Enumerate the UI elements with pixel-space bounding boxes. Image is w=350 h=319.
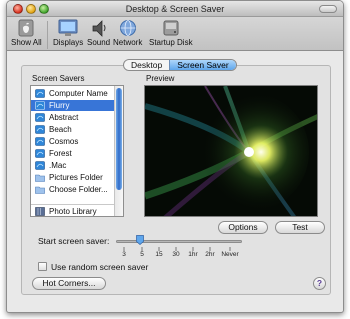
screen-saver-list[interactable]: Computer Name Flurry Abstract Beach Cosm… [30,85,124,217]
tab-screen-saver[interactable]: Screen Saver [169,60,236,70]
tab-desktop[interactable]: Desktop [124,60,169,70]
toolbar-label: Sound [87,38,111,47]
list-scrollbar[interactable] [114,86,123,216]
list-item-label: Flurry [49,101,70,110]
displays-icon [58,19,78,36]
toolbar-item-startup-disk[interactable]: Startup Disk [149,19,193,47]
screen-saver-panel: Screen Savers Preview Computer Name Flur… [21,65,331,295]
toolbar-label: Show All [11,38,42,47]
startup-disk-icon [163,20,179,36]
list-item-label: Forest [49,149,72,158]
start-screen-saver-slider[interactable] [116,240,242,243]
toolbar-item-sound[interactable]: Sound [87,19,110,47]
list-item-label: Choose Folder... [49,185,108,194]
slider-knob[interactable] [136,235,144,245]
list-item-label: Pictures Folder [49,173,103,182]
screen-saver-preview [144,85,318,217]
list-item-label: Abstract [49,113,79,122]
list-item[interactable]: Abstract [31,112,115,123]
list-item-label: Beach [49,125,72,134]
tick-label: 2hr [205,251,215,258]
list-item-label: Photo Library [49,207,97,216]
list-item-label: Cosmos [49,137,79,146]
list-item-label: Computer Name [49,89,108,98]
random-screen-saver-checkbox[interactable] [38,262,47,271]
scrollbar-thumb[interactable] [116,88,122,190]
toolbar-item-displays[interactable]: Displays [53,19,83,47]
hot-corners-button[interactable]: Hot Corners... [32,277,106,290]
toolbar-label: Displays [53,38,84,47]
toolbar-separator [47,21,48,49]
list-divider [31,204,115,205]
list-item[interactable]: Choose Folder... [31,184,115,195]
list-item-label: .Mac [49,161,67,170]
tick-label: 30 [172,251,180,258]
list-item[interactable]: Flurry [31,100,115,111]
tick-label: Never [221,251,239,258]
tick-label: 3 [122,251,126,258]
window-title: Desktop & Screen Saver [125,4,225,14]
toolbar-label: Startup Disk [149,38,193,47]
list-item[interactable]: Pictures Folder [31,172,115,183]
preferences-window: Desktop & Screen Saver Show All Displays [6,0,344,313]
screensaver-icon [35,125,45,134]
options-button[interactable]: Options [218,221,268,234]
start-screen-saver-label: Start screen saver: [38,236,110,246]
list-item[interactable]: Forest [31,148,115,159]
show-all-icon [18,19,34,37]
screensaver-icon [35,161,45,170]
screensaver-icon [35,101,45,110]
toolbar-item-show-all[interactable]: Show All [11,19,42,47]
tick-label: 5 [140,251,144,258]
list-item[interactable]: Cosmos [31,136,115,147]
list-item[interactable]: .Mac [31,160,115,171]
screensaver-icon [35,149,45,158]
toolbar-label: Network [113,38,143,47]
tick-label: 15 [155,251,163,258]
tick-label: 1hr [188,251,198,258]
title-bar[interactable]: Desktop & Screen Saver [7,1,343,17]
tab-bar: Desktop Screen Saver [123,59,237,71]
toolbar-toggle-button[interactable] [319,5,337,13]
folder-icon [35,174,45,182]
sound-icon [92,20,106,37]
folder-icon [35,186,45,194]
network-icon [119,20,136,36]
list-item[interactable]: Beach [31,124,115,135]
flurry-preview-image [145,86,317,216]
list-item[interactable]: Photo Library [31,206,115,216]
toolbar-item-network[interactable]: Network [113,19,142,47]
list-item[interactable]: Computer Name [31,88,115,99]
minimize-button[interactable] [26,4,36,14]
random-screen-saver-label: Use random screen saver [51,262,149,272]
screen-savers-label: Screen Savers [32,74,85,83]
zoom-button[interactable] [39,4,49,14]
screensaver-icon [35,113,45,122]
close-button[interactable] [13,4,23,14]
preview-label: Preview [146,74,175,83]
screensaver-icon [35,89,45,98]
toolbar: Show All Displays Sound Network Startup … [7,17,343,51]
photo-library-icon [35,207,45,216]
test-button[interactable]: Test [275,221,325,234]
screensaver-icon [35,137,45,146]
help-button[interactable]: ? [313,277,326,290]
